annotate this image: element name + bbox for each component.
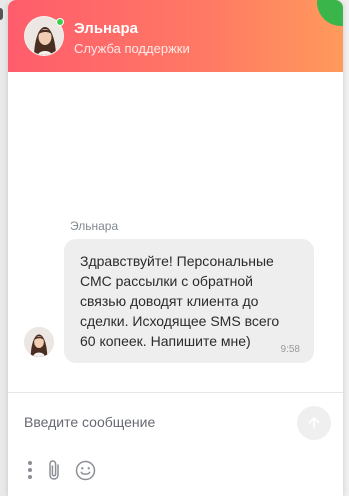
message-bubble: Здравствуйте! Персональные СМС рассылки … <box>64 239 314 363</box>
agent-name: Эльнара <box>74 20 138 37</box>
more-menu-button[interactable] <box>24 458 36 482</box>
send-button[interactable] <box>297 406 331 440</box>
smile-icon <box>75 460 95 480</box>
arrow-up-icon <box>308 417 320 429</box>
corner-badge <box>317 0 343 26</box>
message-text: Здравствуйте! Персональные СМС рассылки … <box>80 253 280 349</box>
composer-divider <box>8 392 343 393</box>
online-status-indicator <box>56 18 64 26</box>
agent-role: Служба поддержки <box>74 41 190 56</box>
message-input[interactable] <box>24 405 284 439</box>
message-sender-label: Эльнара <box>70 219 119 233</box>
chat-widget: Эльнара Служба поддержки Эльнара Здравст… <box>8 0 343 496</box>
emoji-button[interactable] <box>73 458 97 482</box>
page-backdrop <box>0 0 8 496</box>
message-timestamp: 9:58 <box>280 344 300 355</box>
chat-header: Эльнара Служба поддержки <box>8 0 343 72</box>
person-icon <box>24 327 54 357</box>
backdrop-edge-marker <box>0 8 3 20</box>
message-avatar <box>24 327 54 357</box>
paperclip-icon <box>49 460 59 480</box>
more-vertical-icon <box>28 461 32 479</box>
attach-file-button[interactable] <box>44 458 64 482</box>
